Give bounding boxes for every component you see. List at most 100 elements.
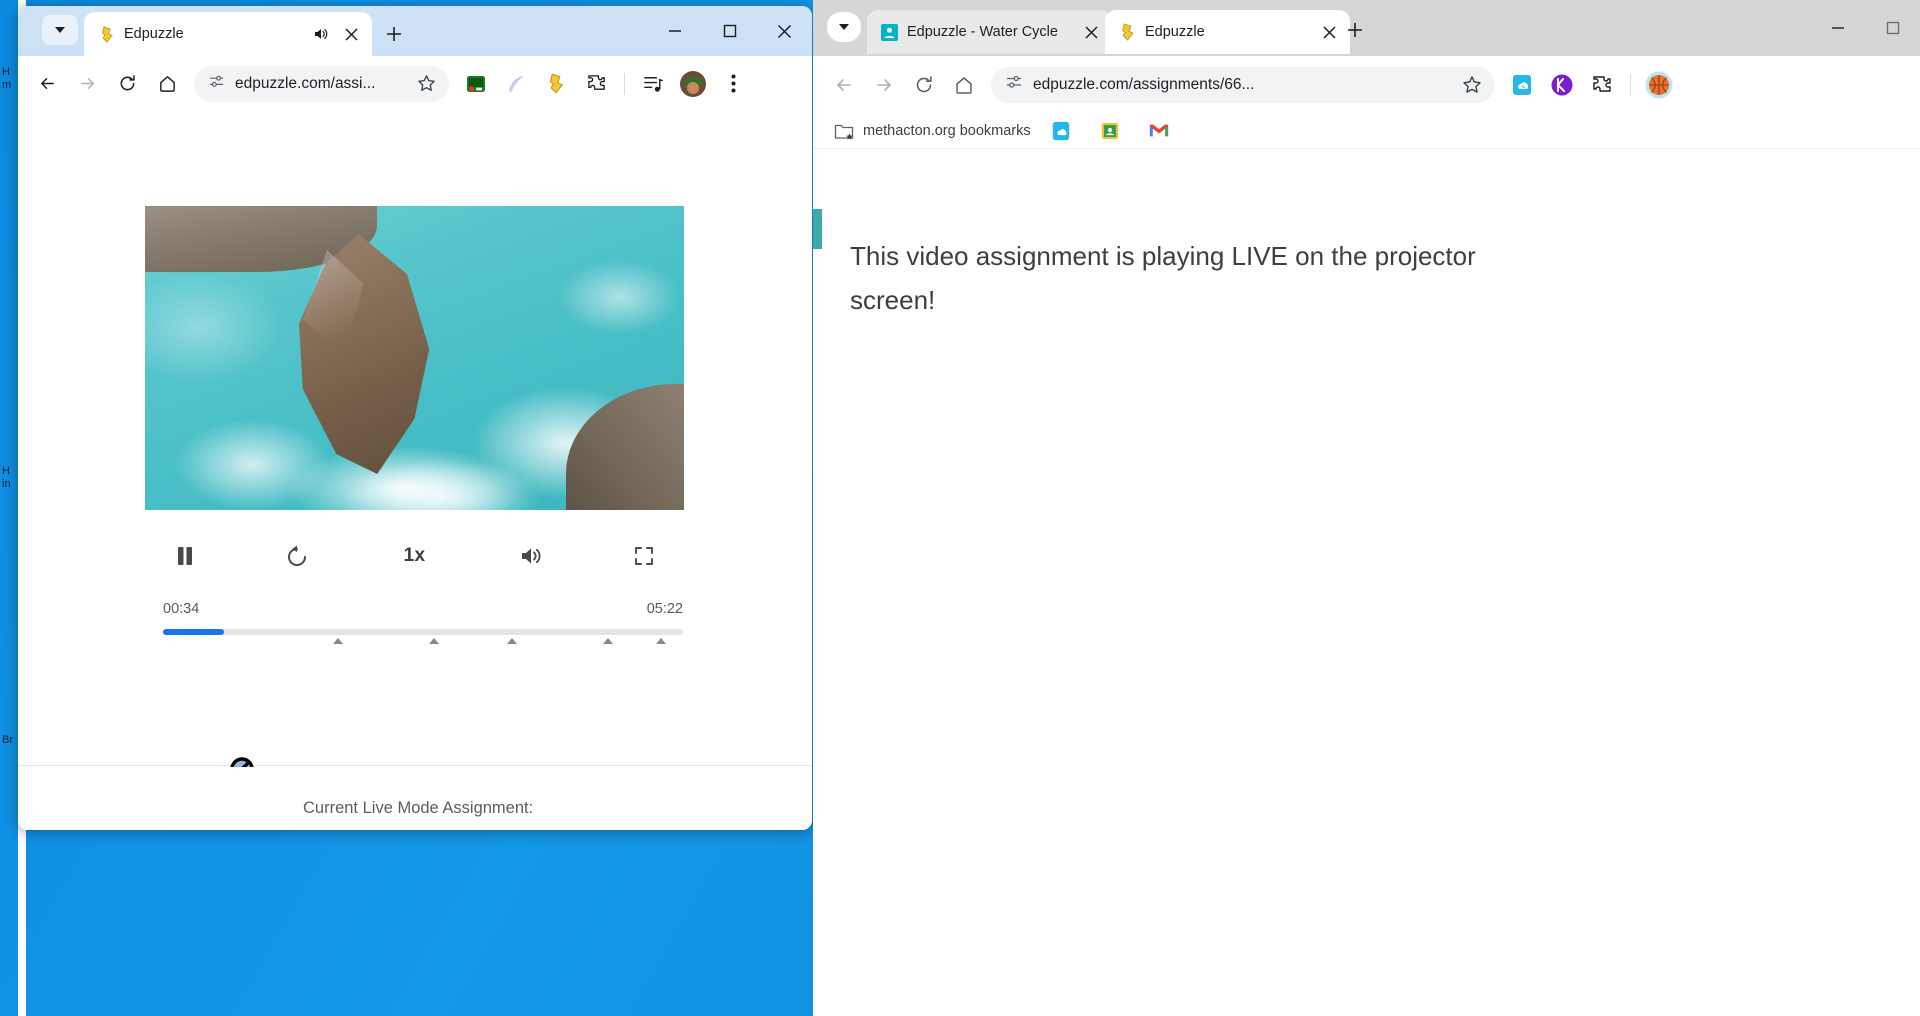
home-icon[interactable] xyxy=(148,65,186,103)
puzzle-extensions-icon[interactable] xyxy=(1583,66,1621,104)
question-marker[interactable] xyxy=(507,638,517,644)
question-marker[interactable] xyxy=(603,638,613,644)
background-window-text-bottom: Br xyxy=(2,734,13,746)
forward-arrow-icon[interactable] xyxy=(865,66,903,104)
green-note-extension-icon[interactable] xyxy=(457,65,495,103)
reload-icon[interactable] xyxy=(905,66,943,104)
page-accent-strip xyxy=(813,209,822,249)
site-settings-icon[interactable] xyxy=(208,73,225,95)
gmail-bookmark-icon xyxy=(1149,121,1169,141)
right-address-bar[interactable]: edpuzzle.com/assignments/66... xyxy=(991,66,1495,103)
media-list-icon[interactable] xyxy=(634,65,672,103)
rewind-10-icon[interactable] xyxy=(277,539,317,573)
live-mode-heading: Current Live Mode Assignment: xyxy=(303,799,534,817)
right-browser-window[interactable]: Edpuzzle - Water Cycle Edpuzzle edpuzzle… xyxy=(813,0,1920,1016)
profile-avatar[interactable] xyxy=(674,65,712,103)
site-settings-icon[interactable] xyxy=(1005,73,1023,96)
close-icon[interactable] xyxy=(1318,21,1340,43)
progress-track[interactable] xyxy=(163,629,683,635)
star-icon[interactable] xyxy=(411,69,441,99)
bookmark-methacton-folder[interactable]: methacton.org bookmarks xyxy=(827,117,1038,145)
live-mode-panel: Current Live Mode Assignment: Water Cycl… xyxy=(18,767,812,830)
background-window-text-top: H m xyxy=(2,66,12,91)
new-tab-button[interactable] xyxy=(1341,16,1369,44)
tab-title: Edpuzzle - Water Cycle xyxy=(907,24,1058,40)
edpuzzle-extension-icon[interactable] xyxy=(537,65,575,103)
player-controls: 1x xyxy=(145,536,684,576)
speaker-playing-icon[interactable] xyxy=(311,24,331,44)
star-icon[interactable] xyxy=(1457,70,1487,100)
bookmark-blue-cloud[interactable] xyxy=(1044,117,1087,145)
tab-search-button[interactable] xyxy=(827,12,861,42)
bookmark-gmail[interactable] xyxy=(1142,117,1185,145)
left-toolbar: edpuzzle.com/assi... xyxy=(18,56,812,111)
right-toolbar: edpuzzle.com/assignments/66... xyxy=(813,56,1920,113)
tab-title: Edpuzzle xyxy=(1145,24,1205,40)
progress-fill xyxy=(163,629,224,635)
current-time-label: 00:34 xyxy=(163,601,200,617)
right-window-controls xyxy=(1810,0,1920,56)
right-tab-strip: Edpuzzle - Water Cycle Edpuzzle xyxy=(813,0,1920,56)
chevron-down-icon xyxy=(55,27,65,33)
kami-extension-icon[interactable] xyxy=(1543,66,1581,104)
folder-star-icon xyxy=(834,121,854,141)
back-arrow-icon[interactable] xyxy=(28,65,66,103)
live-projector-message: This video assignment is playing LIVE on… xyxy=(850,241,1476,315)
left-window-controls xyxy=(647,6,812,56)
minimize-icon[interactable] xyxy=(1810,0,1865,56)
three-dot-menu-icon[interactable] xyxy=(714,65,752,103)
question-marker[interactable] xyxy=(656,638,666,644)
minimize-icon[interactable] xyxy=(647,6,702,56)
reload-icon[interactable] xyxy=(108,65,146,103)
blue-cloud-bookmark-icon xyxy=(1051,121,1071,141)
maximize-icon[interactable] xyxy=(702,6,757,56)
forward-arrow-icon[interactable] xyxy=(68,65,106,103)
right-page-content: This video assignment is playing LIVE on… xyxy=(813,149,1920,1016)
toolbar-divider xyxy=(624,72,625,95)
green-classroom-bookmark-icon xyxy=(1100,121,1120,141)
close-icon[interactable] xyxy=(340,23,362,45)
tab-edpuzzle[interactable]: Edpuzzle xyxy=(84,12,372,56)
question-marker[interactable] xyxy=(333,638,343,644)
fullscreen-icon[interactable] xyxy=(624,539,664,573)
left-address-bar[interactable]: edpuzzle.com/assi... xyxy=(194,65,449,102)
home-icon[interactable] xyxy=(945,66,983,104)
tab-edpuzzle-water-cycle[interactable]: Edpuzzle - Water Cycle xyxy=(867,10,1112,54)
teal-contact-icon xyxy=(881,23,898,41)
close-icon[interactable] xyxy=(1080,21,1102,43)
right-bookmark-bar: methacton.org bookmarks xyxy=(813,113,1920,149)
video-frame[interactable] xyxy=(145,206,684,510)
tab-edpuzzle[interactable]: Edpuzzle xyxy=(1105,10,1350,54)
live-mode-assignment-name: Water Cycle xyxy=(303,828,392,830)
left-tab-strip: Edpuzzle xyxy=(18,6,812,56)
edpuzzle-icon xyxy=(98,25,115,43)
left-url-text: edpuzzle.com/assi... xyxy=(235,74,376,92)
bookmark-green-classroom[interactable] xyxy=(1093,117,1136,145)
volume-on-icon[interactable] xyxy=(512,539,552,573)
edpuzzle-icon xyxy=(1119,23,1136,41)
question-markers xyxy=(163,638,683,648)
close-icon[interactable] xyxy=(757,6,812,56)
tab-title: Edpuzzle xyxy=(124,26,184,42)
right-url-text: edpuzzle.com/assignments/66... xyxy=(1033,75,1255,93)
pause-icon[interactable] xyxy=(165,539,205,573)
edpuzzle-player: 1x 00:34 05:22 xyxy=(18,111,812,781)
back-arrow-icon[interactable] xyxy=(825,66,863,104)
chevron-down-icon xyxy=(839,24,849,30)
puzzle-extensions-icon[interactable] xyxy=(577,65,615,103)
playback-speed-label: 1x xyxy=(403,545,426,566)
maximize-icon[interactable] xyxy=(1865,0,1920,56)
background-window-text-middle: H in xyxy=(2,465,11,490)
player-time-row: 00:34 05:22 xyxy=(163,601,683,617)
total-time-label: 05:22 xyxy=(646,601,683,617)
toolbar-divider xyxy=(1630,73,1631,96)
playback-speed-button[interactable]: 1x xyxy=(389,539,441,573)
blue-cloud-extension-icon[interactable] xyxy=(1503,66,1541,104)
left-page-content: 1x 00:34 05:22 Current Live Mode Assignm… xyxy=(18,111,812,830)
left-browser-window[interactable]: Edpuzzle edpuzzle.com/assi... 1x 00:34 0… xyxy=(18,6,812,830)
new-tab-button[interactable] xyxy=(380,20,408,48)
tab-search-button[interactable] xyxy=(42,15,78,45)
purple-feather-extension-icon[interactable] xyxy=(497,65,535,103)
question-marker[interactable] xyxy=(429,638,439,644)
basketball-avatar[interactable] xyxy=(1640,66,1678,104)
